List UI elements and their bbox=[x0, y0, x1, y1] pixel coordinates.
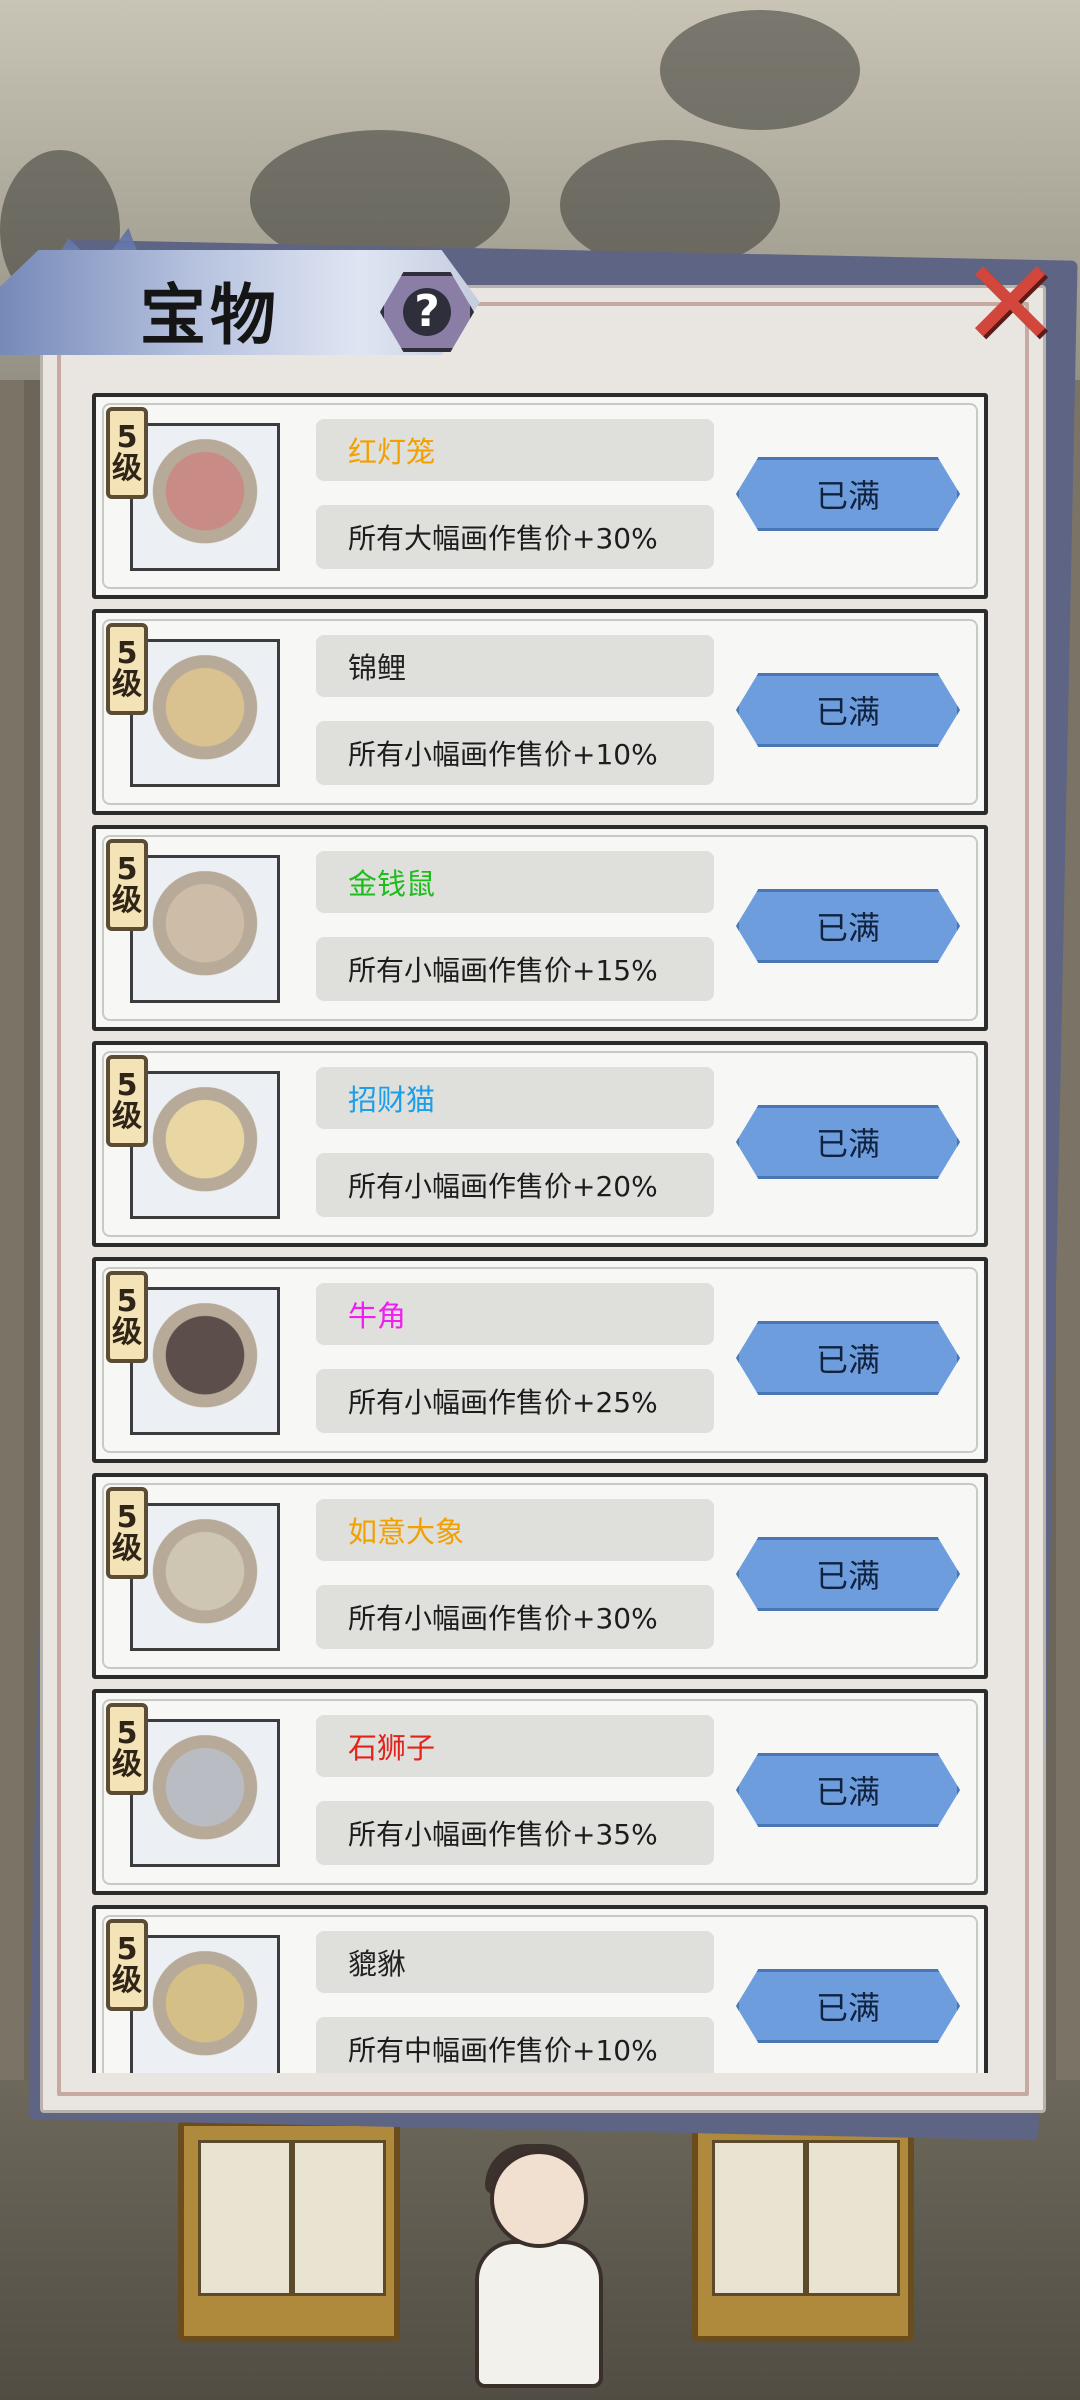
maxed-button[interactable]: 已满 bbox=[736, 673, 960, 747]
lantern-icon bbox=[147, 439, 263, 555]
level-unit: 级 bbox=[112, 451, 142, 486]
treasure-name: 石狮子 bbox=[316, 1715, 714, 1777]
question-mark-icon: ? bbox=[403, 288, 451, 336]
treasure-name: 金钱鼠 bbox=[316, 851, 714, 913]
level-badge: 5 级 bbox=[106, 839, 148, 931]
treasure-thumbnail bbox=[130, 1071, 280, 1219]
treasure-name: 貔貅 bbox=[316, 1931, 714, 1993]
elephant-icon bbox=[147, 1519, 263, 1635]
level-number: 5 bbox=[116, 1067, 138, 1103]
treasure-effect: 所有大幅画作售价+30% bbox=[316, 505, 714, 569]
level-badge: 5 级 bbox=[106, 1055, 148, 1147]
list-item: 5 级 招财猫 所有小幅画作售价+20% 已满 bbox=[92, 1041, 988, 1247]
treasure-thumbnail bbox=[130, 1503, 280, 1651]
list-item: 5 级 红灯笼 所有大幅画作售价+30% 已满 bbox=[92, 393, 988, 599]
treasure-thumbnail bbox=[130, 1935, 280, 2073]
treasure-thumbnail bbox=[130, 639, 280, 787]
player-character bbox=[455, 2060, 615, 2388]
close-icon: ✕ bbox=[959, 235, 1061, 374]
easel-right bbox=[692, 2120, 914, 2342]
maxed-button[interactable]: 已满 bbox=[736, 889, 960, 963]
level-number: 5 bbox=[116, 1499, 138, 1535]
level-badge: 5 级 bbox=[106, 1487, 148, 1579]
level-number: 5 bbox=[116, 851, 138, 887]
list-item: 5 级 金钱鼠 所有小幅画作售价+15% 已满 bbox=[92, 825, 988, 1031]
treasure-effect: 所有小幅画作售价+20% bbox=[316, 1153, 714, 1217]
painting-canvas bbox=[712, 2140, 806, 2296]
level-unit: 级 bbox=[112, 883, 142, 918]
level-badge: 5 级 bbox=[106, 1919, 148, 2011]
close-button[interactable]: ✕ bbox=[955, 245, 1065, 365]
maxed-button[interactable]: 已满 bbox=[736, 1321, 960, 1395]
level-badge: 5 级 bbox=[106, 1703, 148, 1795]
level-unit: 级 bbox=[112, 1963, 142, 1998]
level-unit: 级 bbox=[112, 1747, 142, 1782]
level-badge: 5 级 bbox=[106, 1271, 148, 1363]
treasure-thumbnail bbox=[130, 855, 280, 1003]
painting-canvas bbox=[198, 2140, 292, 2296]
list-item: 5 级 锦鲤 所有小幅画作售价+10% 已满 bbox=[92, 609, 988, 815]
list-item: 5 级 石狮子 所有小幅画作售价+35% 已满 bbox=[92, 1689, 988, 1895]
character-body bbox=[475, 2240, 603, 2388]
maxed-button[interactable]: 已满 bbox=[736, 1537, 960, 1611]
lucky-cat-icon bbox=[147, 1087, 263, 1203]
treasure-name: 红灯笼 bbox=[316, 419, 714, 481]
list-item: 5 级 如意大象 所有小幅画作售价+30% 已满 bbox=[92, 1473, 988, 1679]
level-unit: 级 bbox=[112, 667, 142, 702]
maxed-button[interactable]: 已满 bbox=[736, 1105, 960, 1179]
stone-lion-icon bbox=[147, 1735, 263, 1851]
painting-canvas bbox=[806, 2140, 900, 2296]
treasure-thumbnail bbox=[130, 423, 280, 571]
ox-horn-icon bbox=[147, 1303, 263, 1419]
treasure-effect: 所有小幅画作售价+30% bbox=[316, 1585, 714, 1649]
treasure-list[interactable]: 5 级 红灯笼 所有大幅画作售价+30% 已满 5 级 锦鲤 所有小幅画作售价+… bbox=[92, 393, 990, 2073]
maxed-button[interactable]: 已满 bbox=[736, 1969, 960, 2043]
treasure-effect: 所有中幅画作售价+10% bbox=[316, 2017, 714, 2073]
dialog-title: 宝物 bbox=[140, 276, 280, 354]
koi-icon bbox=[147, 655, 263, 771]
treasure-effect: 所有小幅画作售价+25% bbox=[316, 1369, 714, 1433]
list-item: 5 级 牛角 所有小幅画作售价+25% 已满 bbox=[92, 1257, 988, 1463]
easel-left bbox=[178, 2120, 400, 2342]
level-badge: 5 级 bbox=[106, 407, 148, 499]
maxed-button[interactable]: 已满 bbox=[736, 1753, 960, 1827]
level-unit: 级 bbox=[112, 1315, 142, 1350]
treasure-effect: 所有小幅画作售价+10% bbox=[316, 721, 714, 785]
level-unit: 级 bbox=[112, 1099, 142, 1134]
character-head bbox=[490, 2150, 588, 2248]
treasure-name: 招财猫 bbox=[316, 1067, 714, 1129]
treasure-thumbnail bbox=[130, 1287, 280, 1435]
level-badge: 5 级 bbox=[106, 623, 148, 715]
level-number: 5 bbox=[116, 1283, 138, 1319]
tree-decoration bbox=[660, 10, 860, 130]
painting-canvas bbox=[292, 2140, 386, 2296]
list-item: 5 级 貔貅 所有中幅画作售价+10% 已满 bbox=[92, 1905, 988, 2073]
level-number: 5 bbox=[116, 635, 138, 671]
money-rat-icon bbox=[147, 871, 263, 987]
treasure-name: 锦鲤 bbox=[316, 635, 714, 697]
treasure-effect: 所有小幅画作售价+15% bbox=[316, 937, 714, 1001]
level-unit: 级 bbox=[112, 1531, 142, 1566]
maxed-button[interactable]: 已满 bbox=[736, 457, 960, 531]
treasure-name: 牛角 bbox=[316, 1283, 714, 1345]
level-number: 5 bbox=[116, 1715, 138, 1751]
level-number: 5 bbox=[116, 419, 138, 455]
treasure-name: 如意大象 bbox=[316, 1499, 714, 1561]
level-number: 5 bbox=[116, 1931, 138, 1967]
pixiu-icon bbox=[147, 1951, 263, 2067]
treasure-effect: 所有小幅画作售价+35% bbox=[316, 1801, 714, 1865]
treasure-thumbnail bbox=[130, 1719, 280, 1867]
